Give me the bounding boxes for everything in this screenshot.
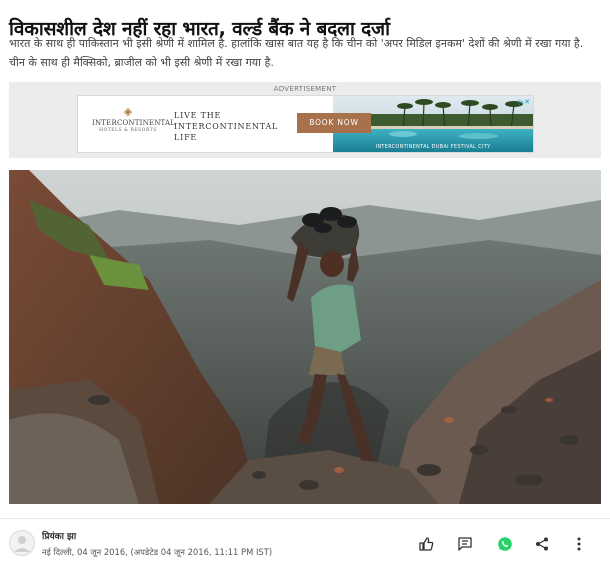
ad-choices-icon[interactable]: ▷✕: [519, 98, 530, 106]
ad-brand-sub: HOTELS & RESORTS: [99, 128, 157, 133]
share-icon[interactable]: [534, 536, 550, 552]
ad-tagline: LIVE THE INTERCONTINENTAL LIFE: [174, 110, 304, 143]
brand-mark-icon: ◈: [123, 105, 133, 118]
ad-brand-logo: ◈ INTERCONTINENTAL HOTELS & RESORTS: [92, 105, 176, 134]
ad-brand-name: INTERCONTINENTAL: [92, 119, 176, 127]
whatsapp-icon[interactable]: [497, 536, 513, 552]
book-now-button[interactable]: BOOK NOW: [297, 113, 371, 133]
hero-photo: [9, 170, 601, 504]
more-vertical-icon[interactable]: [571, 536, 587, 552]
ad-banner[interactable]: ◈ INTERCONTINENTAL HOTELS & RESORTS LIVE…: [77, 95, 534, 153]
advertisement-slot: ADVERTISEMENT ◈ INTERCONTINENTAL HOTELS …: [9, 82, 601, 158]
publish-dateline: नई दिल्ली, 04 जून 2016, (अपडेटेड 04 जून …: [42, 547, 273, 557]
byline-bar: प्रियंका झा नई दिल्ली, 04 जून 2016, (अपड…: [0, 518, 610, 563]
ad-caption: INTERCONTINENTAL DUBAI FESTIVAL CITY: [375, 145, 491, 150]
ad-tagline-line-2: INTERCONTINENTAL LIFE: [174, 122, 279, 142]
author-name[interactable]: प्रियंका झा: [42, 529, 76, 542]
comment-icon[interactable]: [457, 536, 473, 552]
ad-tagline-line-1: LIVE THE: [174, 111, 222, 120]
advertisement-label: ADVERTISEMENT: [273, 85, 337, 93]
thumbs-up-icon[interactable]: [418, 536, 434, 552]
article-summary: भारत के साथ ही पाकिस्तान भी इसी श्रेणी म…: [9, 37, 584, 69]
user-icon: [14, 536, 30, 552]
author-avatar: [9, 530, 35, 556]
